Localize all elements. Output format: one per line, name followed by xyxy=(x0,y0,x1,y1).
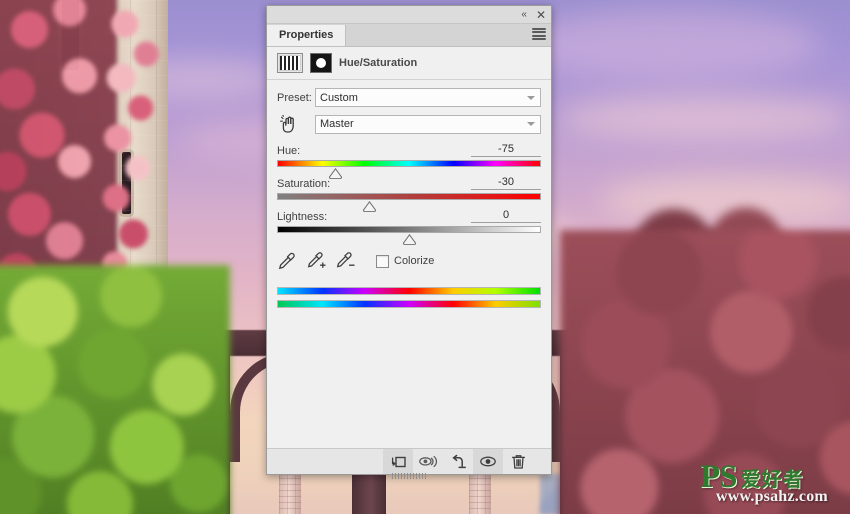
lightness-value-input[interactable]: 0 xyxy=(471,209,541,223)
visibility-eye-icon[interactable] xyxy=(473,449,503,474)
spectrum-bar-top[interactable] xyxy=(277,287,541,295)
reset-icon[interactable] xyxy=(443,449,473,474)
chevron-down-icon xyxy=(527,95,535,100)
checkbox-box[interactable] xyxy=(376,254,389,268)
panel-resize-grip[interactable] xyxy=(392,473,426,479)
saturation-value-input[interactable]: -30 xyxy=(471,176,541,190)
preset-label: Preset: xyxy=(277,91,312,104)
hue-label: Hue: xyxy=(277,145,301,157)
adjustment-title: Hue/Saturation xyxy=(339,57,418,69)
pink-ivy xyxy=(96,0,168,300)
lightness-track[interactable] xyxy=(277,226,541,245)
close-icon[interactable]: ✕ xyxy=(536,9,546,21)
eyedropper-add-icon[interactable] xyxy=(306,251,326,271)
spectrum-bar-bottom[interactable] xyxy=(277,300,541,308)
saturation-slider-handle[interactable] xyxy=(362,201,377,212)
watermark: PS 爱好者 www.psahz.com xyxy=(700,460,846,510)
cloud xyxy=(520,10,820,80)
hue-slider-block: Hue: -75 xyxy=(277,143,541,179)
toggle-previous-state-icon[interactable] xyxy=(413,449,443,474)
panel-body: Preset: Custom Master Hue: -75 Saturatio… xyxy=(267,80,551,448)
clip-to-layer-icon[interactable] xyxy=(383,449,413,474)
hue-value-input[interactable]: -75 xyxy=(471,143,541,157)
colorize-label: Colorize xyxy=(394,255,435,267)
eyedropper-subtract-icon[interactable] xyxy=(335,251,355,271)
lightness-label: Lightness: xyxy=(277,211,328,223)
gradient-strip-icon[interactable] xyxy=(277,53,303,73)
hue-gradient xyxy=(277,160,541,167)
saturation-label: Saturation: xyxy=(277,178,331,190)
lightness-slider-handle[interactable] xyxy=(402,234,417,245)
collapse-icon[interactable]: « xyxy=(521,9,526,20)
tab-properties[interactable]: Properties xyxy=(267,25,347,46)
preset-value: Custom xyxy=(320,91,358,104)
chevron-down-icon xyxy=(527,122,535,126)
spectrum-bars xyxy=(277,287,541,308)
panel-footer xyxy=(267,448,551,479)
watermark-url: www.psahz.com xyxy=(716,488,828,506)
hue-slider-handle[interactable] xyxy=(328,168,343,179)
channel-row: Master xyxy=(277,114,541,134)
saturation-slider-block: Saturation: -30 xyxy=(277,176,541,212)
eyedropper-icon[interactable] xyxy=(277,251,297,271)
on-image-adjustment-hand-icon[interactable] xyxy=(277,114,303,134)
eyedropper-tools-row: Colorize xyxy=(277,251,541,271)
channel-value: Master xyxy=(320,118,354,130)
preset-row: Preset: Custom xyxy=(277,88,541,107)
delete-trash-icon[interactable] xyxy=(503,449,533,474)
channel-dropdown[interactable]: Master xyxy=(315,114,541,134)
cloud xyxy=(560,95,850,141)
saturation-gradient xyxy=(277,193,541,200)
saturation-track[interactable] xyxy=(277,193,541,212)
lightness-gradient xyxy=(277,226,541,233)
colorize-checkbox[interactable]: Colorize xyxy=(376,254,435,268)
preset-dropdown[interactable]: Custom xyxy=(315,88,541,107)
adjustment-header: Hue/Saturation xyxy=(267,47,551,80)
panel-titlebar: « ✕ xyxy=(267,6,551,24)
lightness-slider-block: Lightness: 0 xyxy=(277,209,541,245)
green-tree xyxy=(0,265,230,514)
properties-panel: « ✕ Properties Hue/Saturation Preset: Cu… xyxy=(266,5,552,479)
layer-mask-thumbnail[interactable] xyxy=(310,53,332,73)
hue-track[interactable] xyxy=(277,160,541,179)
panel-tabbar: Properties xyxy=(267,24,551,47)
hamburger-menu-icon[interactable] xyxy=(532,28,546,40)
